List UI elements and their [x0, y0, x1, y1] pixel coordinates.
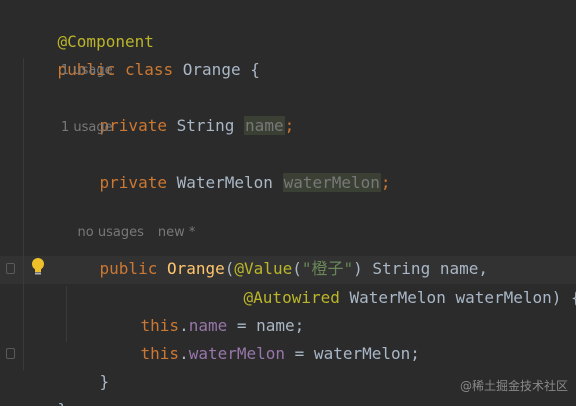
code-line-assign-name[interactable]: this.name = name; [102, 284, 305, 335]
fold-marker-icon[interactable] [6, 348, 15, 359]
usage-hint-name[interactable]: 1 usage [61, 61, 113, 81]
usage-hint-watermelon[interactable]: 1 usage [61, 118, 113, 138]
code-line-constructor-signature[interactable]: public Orange(@Value("橙子") String name, [61, 227, 488, 278]
code-line-assign-watermelon[interactable]: this.waterMelon = waterMelon; [102, 312, 420, 363]
code-line-field-name[interactable]: private String name; [61, 84, 294, 135]
code-line-field-watermelon[interactable]: private WaterMelon waterMelon; [61, 141, 391, 192]
field-name-identifier: name [244, 116, 285, 135]
code-line-annotation[interactable]: @Component [19, 0, 154, 51]
watermark: @稀土掘金技术社区 [459, 379, 568, 393]
semicolon: ; [284, 116, 295, 135]
code-line-class-declaration[interactable]: public class Orange { [19, 28, 260, 79]
field-ref-watermelon: waterMelon [188, 344, 286, 363]
dot: . [179, 344, 189, 363]
keyword-private: private [99, 173, 167, 192]
param-watermelon: WaterMelon waterMelon) { [339, 288, 576, 307]
code-line-class-close[interactable]: } [19, 368, 68, 406]
fold-marker-icon[interactable] [6, 263, 15, 274]
usage-hint-constructor[interactable]: no usages new * [61, 203, 196, 240]
lightbulb-icon[interactable] [30, 257, 46, 277]
code-editor[interactable]: @Component public class Orange { 1 usage… [0, 0, 576, 406]
assign-rest: = waterMelon; [285, 344, 420, 363]
type-watermelon: WaterMelon [176, 173, 273, 192]
class-name: Orange [182, 60, 241, 79]
open-brace: { [240, 60, 260, 79]
close-brace: } [99, 372, 110, 391]
close-brace: } [58, 400, 68, 406]
keyword-this: this [140, 344, 180, 363]
keyword-public: public [99, 259, 158, 278]
field-watermelon-identifier: waterMelon [282, 173, 381, 192]
semicolon: ; [380, 173, 391, 192]
code-line-constructor-close[interactable]: } [61, 340, 110, 391]
keyword-class: class [124, 60, 174, 79]
type-string: String [176, 116, 235, 135]
code-line-constructor-param2[interactable]: @Autowired WaterMelon waterMelon) { [205, 256, 576, 307]
